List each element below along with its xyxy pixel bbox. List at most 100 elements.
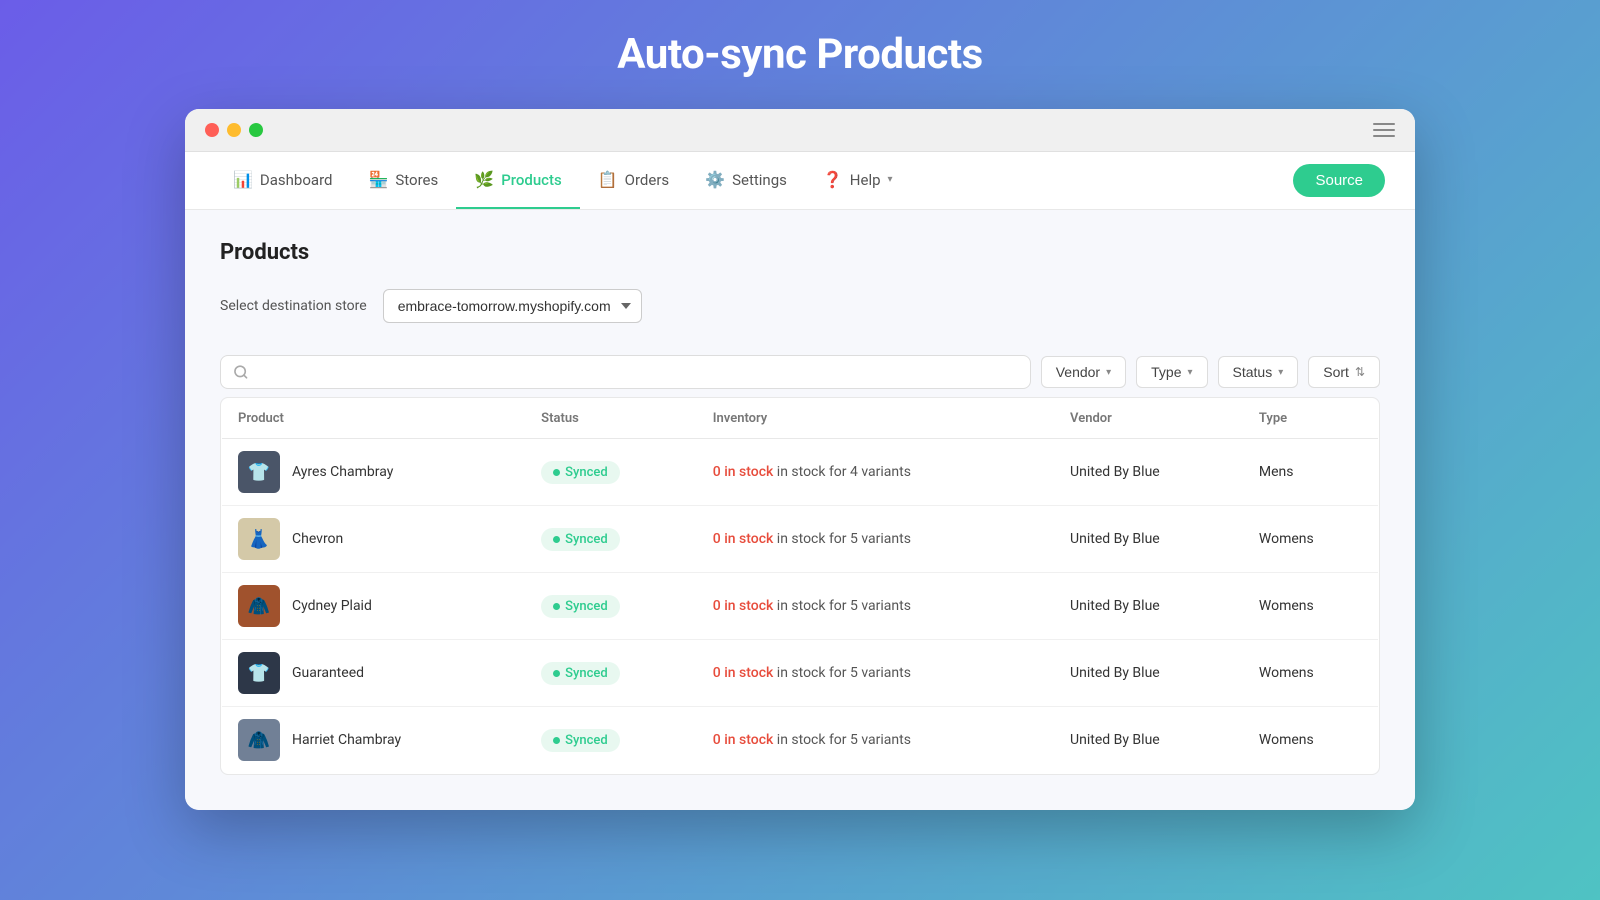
nav-item-stores[interactable]: 🏪 Stores	[350, 152, 456, 209]
source-button[interactable]: Source	[1293, 164, 1385, 197]
status-label: Synced	[565, 666, 608, 681]
inventory-variants: in stock for 5 variants	[773, 598, 911, 614]
nav-item-settings[interactable]: ⚙️ Settings	[687, 152, 805, 209]
product-cell-2: 👗 Chevron	[222, 506, 526, 573]
nav-item-help[interactable]: ❓ Help ▾	[805, 152, 911, 209]
search-input[interactable]	[257, 364, 1018, 380]
synced-dot-icon	[553, 737, 560, 744]
table-row[interactable]: 👗 Chevron Synced 0 in stock in stock for…	[222, 506, 1379, 573]
synced-dot-icon	[553, 670, 560, 677]
product-cell-4: 👕 Guaranteed	[222, 640, 526, 707]
out-of-stock-count: 0 in stock	[713, 732, 774, 748]
synced-dot-icon	[553, 536, 560, 543]
window-controls	[205, 123, 263, 137]
nav-label-dashboard: Dashboard	[260, 171, 333, 189]
window-close-btn[interactable]	[205, 123, 219, 137]
status-label: Synced	[565, 733, 608, 748]
nav-item-products[interactable]: 🌿 Products	[456, 152, 579, 209]
search-wrapper	[220, 355, 1031, 389]
sort-label: Sort	[1323, 364, 1349, 380]
inventory-variants: in stock for 5 variants	[773, 531, 911, 547]
products-icon: 🌿	[474, 170, 494, 189]
window-minimize-btn[interactable]	[227, 123, 241, 137]
sort-arrows-icon: ⇅	[1355, 365, 1365, 379]
inventory-cell: 0 in stock in stock for 4 variants	[697, 439, 1054, 506]
stores-icon: 🏪	[368, 170, 388, 189]
status-label: Synced	[565, 599, 608, 614]
destination-store-select[interactable]: embrace-tomorrow.myshopify.com	[383, 289, 642, 323]
inventory-variants: in stock for 5 variants	[773, 732, 911, 748]
type-cell: Womens	[1243, 707, 1379, 774]
table-row[interactable]: 👕 Guaranteed Synced 0 in stock in stock …	[222, 640, 1379, 707]
nav-item-dashboard[interactable]: 📊 Dashboard	[215, 152, 350, 209]
help-icon: ❓	[823, 170, 843, 189]
product-thumbnail: 👕	[238, 451, 280, 493]
product-thumbnail: 👗	[238, 518, 280, 560]
vendor-cell: United By Blue	[1054, 573, 1243, 640]
table-row[interactable]: 👕 Ayres Chambray Synced 0 in stock in st…	[222, 439, 1379, 506]
products-heading: Products	[220, 240, 1380, 265]
vendor-cell: United By Blue	[1054, 506, 1243, 573]
vendor-filter-button[interactable]: Vendor ▾	[1041, 356, 1126, 388]
out-of-stock-count: 0 in stock	[713, 531, 774, 547]
vendor-filter-label: Vendor	[1056, 364, 1100, 380]
type-filter-button[interactable]: Type ▾	[1136, 356, 1207, 388]
col-header-inventory: Inventory	[697, 399, 1054, 439]
product-name: Chevron	[292, 531, 343, 547]
table-header-row: Product Status Inventory Vendor Type	[222, 399, 1379, 439]
window-titlebar	[185, 109, 1415, 152]
status-badge: Synced	[541, 461, 620, 484]
inventory-cell: 0 in stock in stock for 5 variants	[697, 640, 1054, 707]
status-cell: Synced	[525, 506, 697, 573]
hamburger-menu-icon[interactable]	[1373, 123, 1395, 137]
status-filter-label: Status	[1233, 364, 1273, 380]
nav-links: 📊 Dashboard 🏪 Stores 🌿 Products 📋 Orders…	[215, 152, 1293, 209]
status-cell: Synced	[525, 707, 697, 774]
vendor-chevron-icon: ▾	[1106, 367, 1111, 378]
product-cell-3: 🧥 Cydney Plaid	[222, 573, 526, 640]
status-cell: Synced	[525, 439, 697, 506]
inventory-variants: in stock for 4 variants	[773, 464, 911, 480]
status-chevron-icon: ▾	[1278, 367, 1283, 378]
status-badge: Synced	[541, 595, 620, 618]
navbar: 📊 Dashboard 🏪 Stores 🌿 Products 📋 Orders…	[185, 152, 1415, 210]
store-selector-label: Select destination store	[220, 298, 367, 314]
inventory-cell: 0 in stock in stock for 5 variants	[697, 707, 1054, 774]
nav-label-help: Help	[850, 171, 881, 189]
nav-item-orders[interactable]: 📋 Orders	[580, 152, 687, 209]
app-window: 📊 Dashboard 🏪 Stores 🌿 Products 📋 Orders…	[185, 109, 1415, 810]
store-selector-row: Select destination store embrace-tomorro…	[220, 289, 1380, 323]
status-filter-button[interactable]: Status ▾	[1218, 356, 1299, 388]
sort-button[interactable]: Sort ⇅	[1308, 356, 1380, 388]
product-name: Cydney Plaid	[292, 598, 372, 614]
table-row[interactable]: 🧥 Harriet Chambray Synced 0 in stock in …	[222, 707, 1379, 774]
type-filter-label: Type	[1151, 364, 1181, 380]
out-of-stock-count: 0 in stock	[713, 665, 774, 681]
nav-label-stores: Stores	[395, 171, 438, 189]
nav-label-orders: Orders	[625, 171, 670, 189]
synced-dot-icon	[553, 469, 560, 476]
orders-icon: 📋	[598, 170, 618, 189]
product-name: Harriet Chambray	[292, 732, 401, 748]
product-cell-1: 👕 Ayres Chambray	[222, 439, 526, 506]
inventory-variants: in stock for 5 variants	[773, 665, 911, 681]
vendor-cell: United By Blue	[1054, 640, 1243, 707]
status-badge: Synced	[541, 528, 620, 551]
window-maximize-btn[interactable]	[249, 123, 263, 137]
products-table: Product Status Inventory Vendor Type 👕 A…	[221, 398, 1379, 774]
status-badge: Synced	[541, 662, 620, 685]
status-cell: Synced	[525, 640, 697, 707]
main-content: Products Select destination store embrac…	[185, 210, 1415, 810]
status-label: Synced	[565, 465, 608, 480]
table-row[interactable]: 🧥 Cydney Plaid Synced 0 in stock in stoc…	[222, 573, 1379, 640]
status-cell: Synced	[525, 573, 697, 640]
vendor-cell: United By Blue	[1054, 439, 1243, 506]
product-name: Ayres Chambray	[292, 464, 393, 480]
product-thumbnail: 👕	[238, 652, 280, 694]
inventory-cell: 0 in stock in stock for 5 variants	[697, 506, 1054, 573]
col-header-type: Type	[1243, 399, 1379, 439]
product-name: Guaranteed	[292, 665, 364, 681]
search-icon	[233, 364, 249, 380]
settings-icon: ⚙️	[705, 170, 725, 189]
inventory-cell: 0 in stock in stock for 5 variants	[697, 573, 1054, 640]
